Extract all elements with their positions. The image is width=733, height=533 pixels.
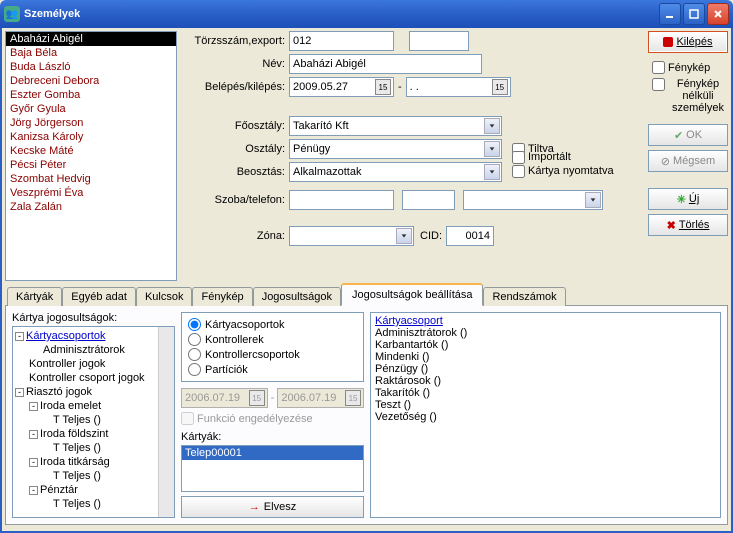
group-item[interactable]: Raktárosok () <box>375 375 716 387</box>
scrollbar[interactable] <box>158 327 174 517</box>
label-torzs: Törzsszám,export: <box>181 35 289 47</box>
cards-listbox[interactable]: Telep00001 <box>181 445 364 492</box>
telefon-input[interactable] <box>402 190 455 210</box>
calendar-icon[interactable]: 15 <box>492 79 508 95</box>
uj-button[interactable]: ✳Új <box>648 188 728 210</box>
nev-input[interactable] <box>289 54 482 74</box>
radio-kontrollerek[interactable]: Kontrollerek <box>188 332 357 347</box>
belep-date[interactable]: 2009.05.2715 <box>289 77 394 97</box>
group-item[interactable]: Takarítók () <box>375 387 716 399</box>
tab[interactable]: Kulcsok <box>136 287 193 306</box>
kilep-date[interactable]: . .15 <box>406 77 511 97</box>
close-button[interactable] <box>707 3 729 25</box>
person-item[interactable]: Kanizsa Károly <box>6 130 176 144</box>
label-zona: Zóna: <box>181 230 289 242</box>
window-title: Személyek <box>24 8 657 20</box>
export-input[interactable] <box>409 31 469 51</box>
person-item[interactable]: Debreceni Debora <box>6 74 176 88</box>
label-foosztaly: Főosztály: <box>181 120 289 132</box>
chk-fenykep[interactable]: Fénykép <box>652 61 728 74</box>
group-item[interactable]: Pénzügy () <box>375 363 716 375</box>
osztaly-combo[interactable]: Pénügy <box>289 139 502 159</box>
chevron-down-icon[interactable] <box>484 118 500 134</box>
tab[interactable]: Rendszámok <box>483 287 565 306</box>
person-item[interactable]: Zala Zalán <box>6 200 176 214</box>
szoba-input[interactable] <box>289 190 394 210</box>
label-kartyak: Kártyák: <box>181 431 364 443</box>
group-item[interactable]: Teszt () <box>375 399 716 411</box>
tab[interactable]: Fénykép <box>192 287 252 306</box>
group-item[interactable]: Mindenki () <box>375 351 716 363</box>
chk-fenykep-nelkuli[interactable]: Fénykép nélküli személyek <box>652 78 728 114</box>
radio-particiok[interactable]: Partíciók <box>188 362 357 377</box>
beosztas-combo[interactable]: Alkalmazottak <box>289 162 502 182</box>
person-item[interactable]: Szombat Hedvig <box>6 172 176 186</box>
tab[interactable]: Egyéb adat <box>62 287 136 306</box>
group-item[interactable]: Adminisztrátorok () <box>375 327 716 339</box>
person-item[interactable]: Pécsi Péter <box>6 158 176 172</box>
tab[interactable]: Kártyák <box>7 287 62 306</box>
foosztaly-combo[interactable]: Takarító Kft <box>289 116 502 136</box>
minimize-button[interactable] <box>659 3 681 25</box>
extra-combo[interactable] <box>463 190 603 210</box>
filter-radios: Kártyacsoportok Kontrollerek Kontrollerc… <box>181 312 364 382</box>
tab[interactable]: Jogosultságok <box>253 287 341 306</box>
person-item[interactable]: Győr Gyula <box>6 102 176 116</box>
app-icon: 👥 <box>4 6 20 22</box>
chk-kartya[interactable]: Kártya nyomtatva <box>512 165 614 178</box>
chevron-down-icon[interactable] <box>585 192 601 208</box>
permissions-tree[interactable]: -Kártyacsoportok Adminisztrátorok Kontro… <box>12 326 175 518</box>
label-beosztas: Beosztás: <box>181 166 289 178</box>
label-szoba: Szoba/telefon: <box>181 194 289 206</box>
person-item[interactable]: Kecske Máté <box>6 144 176 158</box>
chevron-down-icon[interactable] <box>396 228 412 244</box>
date-from: 2006.07.1915 <box>181 388 268 408</box>
group-heading-link[interactable]: Kártyacsoport <box>375 315 716 327</box>
radio-kontrollercsoportok[interactable]: Kontrollercsoportok <box>188 347 357 362</box>
zona-combo[interactable] <box>289 226 414 246</box>
group-item[interactable]: Vezetőség () <box>375 411 716 423</box>
label-osztaly: Osztály: <box>181 143 289 155</box>
person-item[interactable]: Eszter Gomba <box>6 88 176 102</box>
radio-kartyacsoportok[interactable]: Kártyacsoportok <box>188 317 357 332</box>
chevron-down-icon[interactable] <box>484 141 500 157</box>
group-list[interactable]: Kártyacsoport Adminisztrátorok ()Karbant… <box>370 312 721 518</box>
chk-importalt[interactable]: Importált <box>512 151 614 164</box>
panel-heading: Kártya jogosultságok: <box>12 312 175 324</box>
label-nev: Név: <box>181 58 289 70</box>
person-list[interactable]: Abaházi AbigélBaja BélaBuda LászlóDebrec… <box>5 31 177 281</box>
person-item[interactable]: Jörg Jörgerson <box>6 116 176 130</box>
torles-button[interactable]: ✖Törlés <box>648 214 728 236</box>
label-belep: Belépés/kilépés: <box>181 81 289 93</box>
calendar-icon[interactable]: 15 <box>375 79 391 95</box>
group-item[interactable]: Karbantartók () <box>375 339 716 351</box>
torzs-input[interactable] <box>289 31 394 51</box>
chevron-down-icon[interactable] <box>484 164 500 180</box>
chk-funkcio: Funkció engedélyezése <box>181 412 364 425</box>
kilepes-button[interactable]: Kilépés <box>648 31 728 53</box>
person-item[interactable]: Veszprémi Éva <box>6 186 176 200</box>
elvesz-button[interactable]: →Elvesz <box>181 496 364 518</box>
label-cid: CID: <box>420 230 442 242</box>
person-item[interactable]: Buda László <box>6 60 176 74</box>
tab[interactable]: Jogosultságok beállítása <box>341 283 483 306</box>
person-item[interactable]: Abaházi Abigél <box>6 32 176 46</box>
megsem-button[interactable]: ⊘Mégsem <box>648 150 728 172</box>
date-to: 2006.07.1915 <box>277 388 364 408</box>
cid-input[interactable] <box>446 226 494 246</box>
person-item[interactable]: Baja Béla <box>6 46 176 60</box>
maximize-button[interactable] <box>683 3 705 25</box>
ok-button[interactable]: ✔OK <box>648 124 728 146</box>
